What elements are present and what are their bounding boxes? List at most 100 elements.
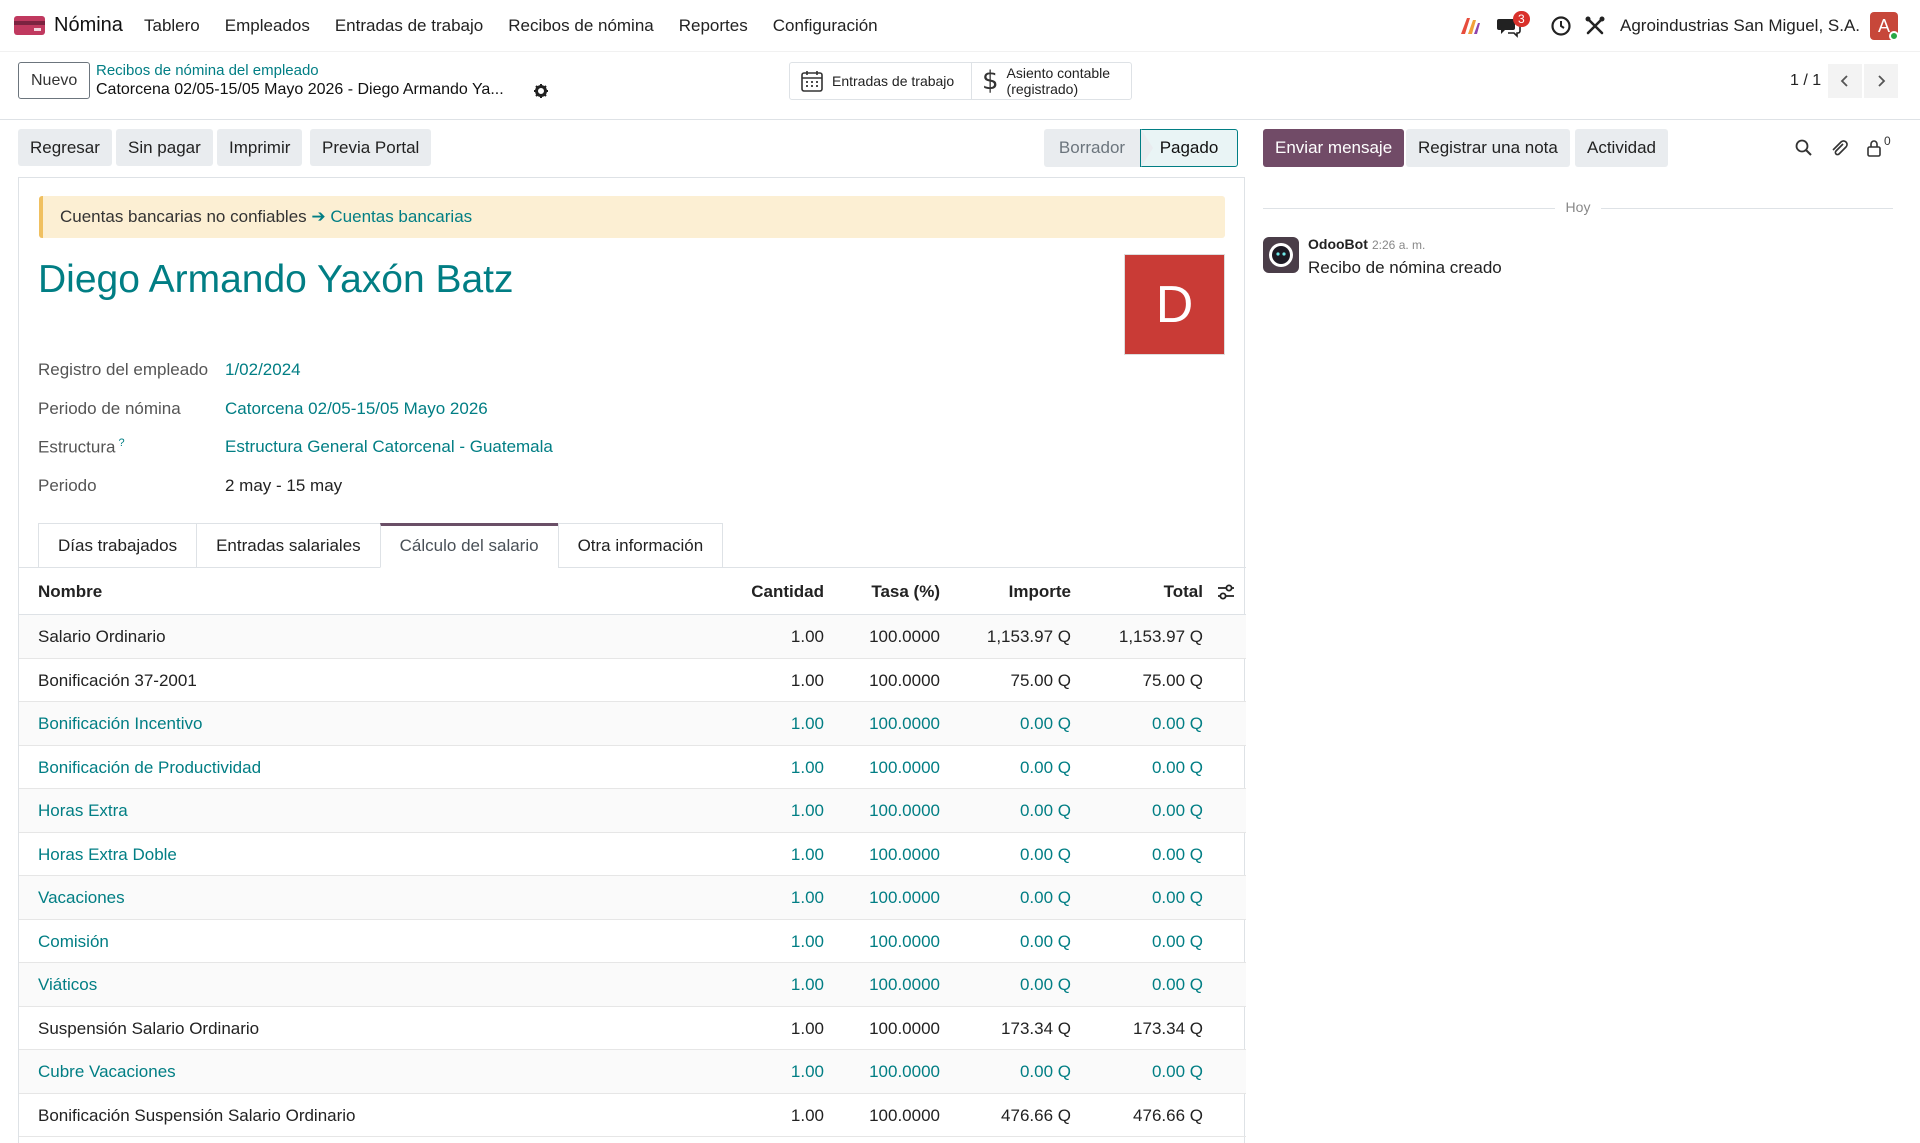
cell-amount: 0.00 Q [1019, 844, 1071, 864]
status-draft[interactable]: Borrador [1044, 129, 1140, 167]
pager-value[interactable]: 1 / 1 [1790, 72, 1821, 90]
ai-icon[interactable] [1457, 13, 1483, 39]
message-author[interactable]: OdooBot [1308, 236, 1368, 252]
table-row[interactable]: Cubre Vacaciones 1.00 100.0000 0.00 Q 0.00 Q [19, 1050, 1246, 1094]
portal-preview-button[interactable]: Previa Portal [310, 129, 432, 166]
tab-entradas-salariales[interactable]: Entradas salariales [196, 523, 380, 568]
cell-amount: 0.00 Q [1019, 801, 1071, 820]
new-button[interactable]: Nuevo [18, 62, 91, 99]
tools-icon[interactable] [1582, 13, 1608, 39]
tab-otra-informacion[interactable]: Otra información [557, 523, 724, 568]
menu-tablero[interactable]: Tablero [144, 16, 200, 36]
cell-qty: 1.00 [790, 975, 824, 994]
unpaid-button[interactable]: Sin pagar [116, 129, 213, 166]
table-row[interactable]: Vacaciones 1.00 100.0000 0.00 Q 0.00 Q [19, 876, 1246, 920]
app-icon[interactable] [14, 14, 45, 37]
estructura-value[interactable]: Estructura General Catorcenal - Guatemal… [225, 437, 553, 457]
cell-rate: 100.0000 [869, 1018, 940, 1038]
cell-amount: 0.00 Q [1019, 714, 1071, 733]
cell-qty: 1.00 [790, 627, 824, 646]
cell-amount: 0.00 Q [1019, 975, 1071, 994]
table-row[interactable]: Bonificación Suspensión Salario Ordinari… [19, 1094, 1246, 1137]
periodo-nomina-label: Periodo de nómina [38, 399, 181, 418]
cell-amount: 0.00 Q [1019, 1062, 1071, 1081]
activity-button[interactable]: Actividad [1575, 129, 1668, 167]
cell-total: 173.34 Q [1133, 1018, 1203, 1038]
search-icon[interactable] [1794, 138, 1814, 158]
menu-empleados[interactable]: Empleados [225, 16, 310, 36]
cell-name: Bonificación de Productividad [38, 757, 262, 777]
help-tooltip-icon[interactable]: ? [118, 437, 124, 449]
clock-icon[interactable] [1548, 13, 1574, 39]
cell-total: 0.00 Q [1151, 975, 1203, 994]
table-row[interactable]: Horas Extra 1.00 100.0000 0.00 Q 0.00 Q [19, 789, 1246, 833]
employee-avatar[interactable]: D [1124, 254, 1225, 355]
cell-qty: 1.00 [790, 888, 824, 907]
journal-entry-smart-button[interactable]: $ Asiento contable (registrado) [971, 62, 1132, 100]
tab-dias-trabajados[interactable]: Días trabajados [38, 523, 197, 568]
cell-amount: 1,153.97 Q [986, 627, 1071, 646]
menu-entradas-trabajo[interactable]: Entradas de trabajo [335, 16, 483, 36]
table-row[interactable]: Bonificación 37-2001 1.00 100.0000 75.00 Q 7… [19, 659, 1246, 702]
col-tasa[interactable]: Tasa (%) [871, 568, 940, 615]
periodo-value[interactable]: 2 may - 15 may [225, 476, 342, 496]
menu-configuracion[interactable]: Configuración [773, 16, 878, 36]
col-total[interactable]: Total [1164, 568, 1203, 615]
table-row[interactable]: Viáticos 1.00 100.0000 0.00 Q 0.00 Q [19, 963, 1246, 1007]
cell-amount: 476.66 Q [1001, 1105, 1071, 1125]
notebook-tabs: Días trabajados Entradas salariales Cálc… [38, 523, 724, 568]
menu-recibos-nomina[interactable]: Recibos de nómina [508, 16, 654, 36]
cell-qty: 1.00 [790, 801, 824, 820]
cell-amount: 0.00 Q [1019, 931, 1071, 951]
cell-rate: 100.0000 [869, 888, 940, 907]
pager-next[interactable] [1864, 64, 1898, 98]
salary-lines-table: Nombre Cantidad Tasa (%) Importe Total S… [19, 568, 1246, 1137]
lock-icon[interactable] [1864, 138, 1884, 158]
print-button[interactable]: Imprimir [217, 129, 303, 166]
messages-badge: 3 [1513, 11, 1530, 27]
log-note-button[interactable]: Registrar una nota [1406, 129, 1570, 167]
odoobot-avatar[interactable] [1263, 237, 1299, 273]
col-importe[interactable]: Importe [1009, 568, 1071, 615]
registro-value[interactable]: 1/02/2024 [225, 360, 301, 380]
table-row[interactable]: Horas Extra Doble 1.00 100.0000 0.00 Q 0.00 … [19, 833, 1246, 876]
back-button[interactable]: Regresar [18, 129, 112, 166]
journal-entry-status: (registrado) [1006, 81, 1079, 97]
cell-total: 0.00 Q [1151, 844, 1203, 864]
cell-total: 0.00 Q [1151, 888, 1203, 907]
col-cantidad[interactable]: Cantidad [751, 568, 824, 615]
send-message-button[interactable]: Enviar mensaje [1263, 129, 1405, 167]
paperclip-icon[interactable] [1829, 138, 1849, 158]
table-row[interactable]: Comisión 1.00 100.0000 0.00 Q 0.00 Q [19, 920, 1246, 963]
breadcrumb-parent[interactable]: Recibos de nómina del empleado [96, 62, 319, 79]
periodo-nomina-value[interactable]: Catorcena 02/05-15/05 Mayo 2026 [225, 399, 488, 419]
cell-rate: 100.0000 [869, 627, 940, 646]
cell-qty: 1.00 [790, 931, 824, 951]
table-row[interactable]: Suspensión Salario Ordinario 1.00 100.0000… [19, 1007, 1246, 1050]
table-row[interactable]: Bonificación de Productividad 1.00 100.000… [19, 746, 1246, 789]
settings-toggle-icon[interactable] [1217, 583, 1235, 601]
col-nombre[interactable]: Nombre [38, 568, 102, 615]
pager-previous[interactable] [1828, 64, 1862, 98]
menu-reportes[interactable]: Reportes [679, 16, 748, 36]
cell-total: 1,153.97 Q [1118, 627, 1203, 646]
tab-calculo-salario[interactable]: Cálculo del salario [379, 523, 558, 568]
cell-rate: 100.0000 [869, 670, 940, 690]
table-row[interactable]: Bonificación Incentivo 1.00 100.0000 0.00 Q… [19, 702, 1246, 746]
cell-name: Horas Extra [38, 801, 128, 820]
employee-name[interactable]: Diego Armando Yaxón Batz [38, 258, 514, 302]
cell-rate: 100.0000 [869, 714, 940, 733]
cell-qty: 1.00 [790, 1062, 824, 1081]
company-switcher[interactable]: Agroindustrias San Miguel, S.A. [1620, 16, 1860, 36]
control-panel: Nuevo Recibos de nómina del empleado Cat… [0, 52, 1920, 120]
gear-icon[interactable] [533, 83, 549, 99]
cell-name: Suspensión Salario Ordinario [38, 1018, 260, 1038]
cell-amount: 0.00 Q [1019, 888, 1071, 907]
bank-accounts-link[interactable]: Cuentas bancarias [330, 207, 472, 226]
cell-total: 0.00 Q [1151, 714, 1203, 733]
app-name[interactable]: Nómina [54, 14, 123, 37]
bot-face-icon [1269, 243, 1293, 267]
table-row[interactable]: Salario Ordinario 1.00 100.0000 1,153.97 Q 1… [19, 615, 1246, 659]
work-entries-smart-button[interactable]: Entradas de trabajo [789, 62, 972, 100]
status-paid[interactable]: Pagado [1140, 129, 1238, 167]
